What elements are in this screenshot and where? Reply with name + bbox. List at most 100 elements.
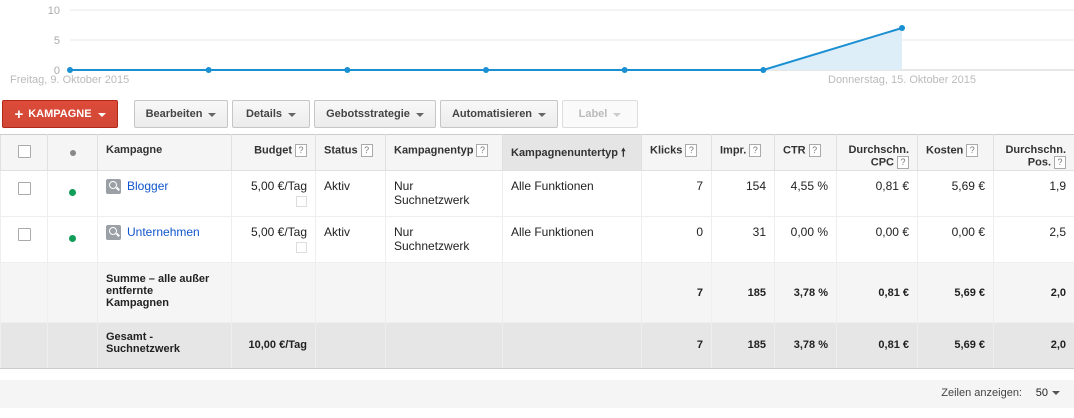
type-cell: Nur Suchnetzwerk [385, 216, 503, 263]
header-impressions[interactable]: Impr.? [711, 134, 775, 171]
total-label-cell: Gesamt - Suchnetzwerk [97, 322, 232, 369]
header-clicks[interactable]: Klicks? [641, 134, 712, 171]
data-point[interactable] [899, 25, 905, 31]
total-budget: 10,00 €/Tag [231, 322, 316, 369]
label-button[interactable]: Label [562, 100, 638, 128]
data-point[interactable] [621, 67, 628, 73]
status-cell: Aktiv [315, 216, 386, 263]
header-cost-label: Kosten [926, 144, 964, 157]
header-avg-pos-label: Durchschn. [1005, 144, 1066, 156]
header-budget[interactable]: Budget? [231, 134, 316, 171]
row-checkbox[interactable] [17, 182, 31, 195]
budget-cell[interactable]: 5,00 €/Tag [231, 170, 316, 217]
header-impressions-label: Impr. [720, 144, 747, 157]
help-icon[interactable]: ? [808, 144, 821, 157]
total-empty-cell [0, 322, 48, 369]
header-campaign[interactable]: Kampagne [97, 134, 232, 171]
header-campaign-type[interactable]: Kampagnentyp? [385, 134, 503, 171]
details-button[interactable]: Details [232, 100, 310, 128]
total-avg-pos: 2,0 [993, 322, 1074, 369]
data-point[interactable] [205, 67, 212, 73]
select-all-checkbox[interactable] [17, 145, 31, 158]
summary-empty-cell [385, 262, 503, 323]
ctr-cell: 0,00 % [774, 216, 837, 263]
help-icon[interactable]: ? [476, 144, 489, 157]
chevron-down-icon [288, 112, 297, 117]
rows-per-page-label: Zeilen anzeigen: [941, 387, 1022, 399]
summary-empty-cell [0, 262, 48, 323]
header-ctr-label: CTR [783, 144, 806, 157]
select-all-cell [0, 134, 48, 171]
table-row: Unternehmen 5,00 €/Tag Aktiv Nur Suchnetz… [0, 216, 1074, 263]
edit-icon[interactable] [296, 196, 307, 207]
header-avg-cpc[interactable]: Durchschn. CPC? [836, 134, 918, 171]
help-icon[interactable]: ? [966, 144, 979, 157]
campaign-link[interactable]: Unternehmen [127, 225, 200, 239]
series-line [70, 27, 903, 71]
clicks-cell: 0 [641, 216, 712, 263]
row-status-cell [47, 216, 98, 263]
automate-button[interactable]: Automatisieren [440, 100, 558, 128]
plus-icon: + [14, 105, 24, 123]
total-label-1: Gesamt - [106, 331, 154, 343]
edit-icon[interactable] [296, 242, 307, 253]
header-avg-pos[interactable]: Durchschn. Pos.? [993, 134, 1074, 171]
avg-cpc-cell: 0,00 € [836, 216, 918, 263]
header-ctr[interactable]: CTR? [774, 134, 837, 171]
bid-strategy-button[interactable]: Gebotsstrategie [314, 100, 436, 128]
help-icon[interactable]: ? [360, 144, 373, 157]
header-cost[interactable]: Kosten? [917, 134, 994, 171]
row-status-cell [47, 170, 98, 217]
type-line-2: Suchnetzwerk [394, 239, 470, 253]
help-icon[interactable]: ? [1054, 156, 1066, 169]
help-icon[interactable]: ? [749, 144, 762, 157]
table-header-row: Kampagne Budget? Status? Kampagnentyp? K… [0, 134, 1074, 171]
ctr-cell: 4,55 % [774, 170, 837, 217]
avg-cpc-cell: 0,81 € [836, 170, 918, 217]
total-empty-cell [47, 322, 98, 369]
chevron-down-icon [613, 112, 622, 117]
header-campaign-subtype[interactable]: Kampagnenuntertyp 🠕 [502, 134, 642, 171]
data-point[interactable] [67, 67, 73, 73]
table-footer: Zeilen anzeigen: 50 [0, 380, 1074, 408]
sort-ascending-icon: 🠕 [621, 147, 626, 159]
automate-label: Automatisieren [451, 108, 533, 120]
total-empty-cell [385, 322, 503, 369]
header-status-label: Status [324, 144, 358, 157]
summary-empty-cell [502, 262, 642, 323]
y-tick-10: 10 [48, 5, 60, 17]
total-clicks: 7 [641, 322, 712, 369]
rows-per-page-select[interactable]: 50 [1036, 387, 1060, 399]
total-empty-cell [502, 322, 642, 369]
total-impressions: 185 [711, 322, 775, 369]
summary-avg-cpc: 0,81 € [836, 262, 918, 323]
rows-per-page-value: 50 [1035, 387, 1048, 399]
budget-cell[interactable]: 5,00 €/Tag [231, 216, 316, 263]
help-icon[interactable]: ? [295, 144, 307, 157]
bid-strategy-label: Gebotsstrategie [326, 108, 410, 120]
help-icon[interactable]: ? [897, 156, 909, 169]
edit-button[interactable]: Bearbeiten [134, 100, 228, 128]
header-avg-cpc-label-2: CPC [870, 156, 894, 169]
row-checkbox[interactable] [17, 228, 31, 241]
y-tick-5: 5 [54, 35, 60, 47]
search-campaign-icon [106, 225, 121, 241]
summary-cost: 5,69 € [917, 262, 994, 323]
clicks-cell: 7 [641, 170, 712, 217]
series-area [70, 28, 902, 70]
data-point[interactable] [760, 67, 767, 73]
campaign-cell: Blogger [97, 170, 232, 217]
help-icon[interactable]: ? [685, 144, 698, 157]
header-status[interactable]: Status? [315, 134, 386, 171]
campaign-table: Kampagne Budget? Status? Kampagnentyp? K… [0, 134, 1074, 369]
data-point[interactable] [483, 67, 489, 73]
campaign-link[interactable]: Blogger [127, 179, 168, 193]
type-line-1: Nur [394, 179, 414, 193]
data-point[interactable] [344, 67, 351, 73]
chevron-down-icon [1052, 391, 1060, 396]
summary-empty-cell [47, 262, 98, 323]
add-campaign-button[interactable]: + KAMPAGNE [2, 100, 118, 128]
total-cost: 5,69 € [917, 322, 994, 369]
cost-cell: 5,69 € [917, 170, 994, 217]
summary-label-1: Summe – alle außer [106, 273, 210, 285]
